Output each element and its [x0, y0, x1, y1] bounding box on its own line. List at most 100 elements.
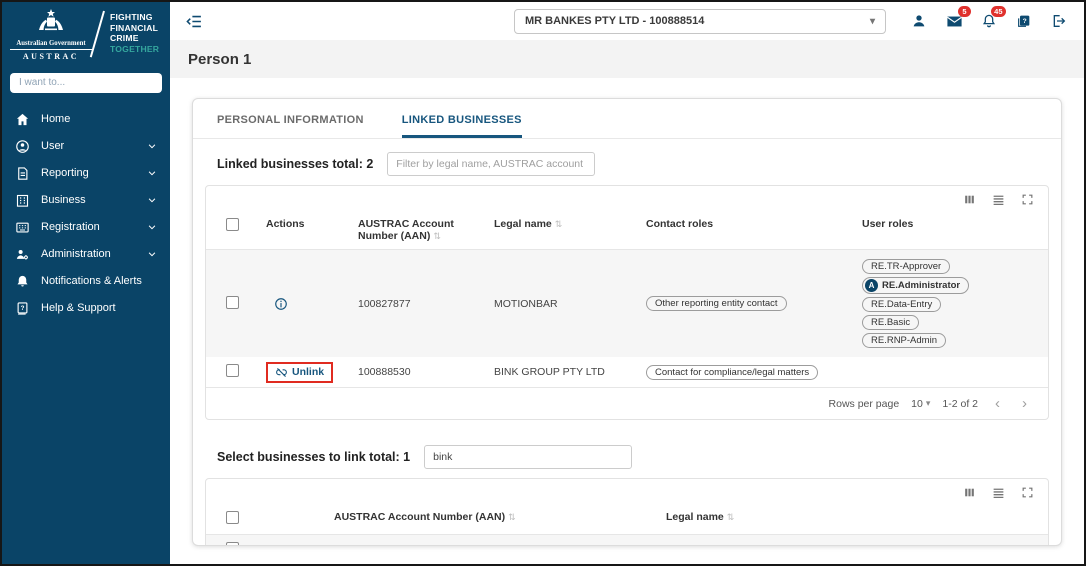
content-area: PERSONAL INFORMATION LINKED BUSINESSES L… [170, 78, 1084, 564]
user-role-chip-administrator: A RE.Administrator [862, 277, 970, 294]
page-title: Person 1 [188, 50, 252, 68]
info-icon[interactable] [274, 297, 342, 311]
fullscreen-icon[interactable] [1021, 193, 1034, 206]
quick-search [10, 72, 162, 93]
fullscreen-icon[interactable] [1021, 486, 1034, 499]
slash-decoration [89, 10, 105, 58]
annotation-highlight-box: Unlink [266, 361, 334, 383]
row-checkbox[interactable] [226, 364, 239, 377]
user-role-chip: RE.RNP-Admin [862, 333, 946, 348]
sidebar: Australian Government AUSTRAC FIGHTING F… [2, 2, 170, 564]
row-checkbox[interactable] [226, 295, 239, 309]
select-all-checkbox[interactable] [226, 218, 239, 231]
agency-name: AUSTRAC [22, 52, 80, 61]
tab-bar: PERSONAL INFORMATION LINKED BUSINESSES [193, 99, 1061, 139]
government-crest: Australian Government AUSTRAC [10, 9, 92, 61]
tagline-line: CRIME [110, 33, 139, 44]
svg-text:?: ? [1023, 18, 1027, 25]
sidebar-item-help-support[interactable]: ? Help & Support [2, 295, 170, 322]
linked-businesses-filter-input[interactable] [387, 152, 596, 176]
caret-down-icon: ▾ [925, 398, 931, 408]
linked-businesses-table: Actions AUSTRAC Account Number (AAN) ⇅ Le… [205, 185, 1049, 420]
sidebar-item-home[interactable]: Home [2, 106, 170, 133]
next-page-button[interactable]: › [1017, 396, 1032, 411]
columns-icon[interactable] [963, 486, 976, 499]
tab-linked-businesses[interactable]: LINKED BUSINESSES [401, 114, 522, 138]
logout-icon[interactable] [1050, 12, 1068, 30]
row-checkbox[interactable] [226, 542, 239, 545]
main-column: MR BANKES PTY LTD - 100888514 ▾ 5 45 ? P… [170, 2, 1084, 564]
registration-icon [14, 219, 30, 235]
sidebar-item-label: Administration [41, 248, 111, 260]
help-icon[interactable]: ? [1015, 12, 1033, 30]
select-businesses-title: Select businesses to link total: 1 [217, 450, 411, 464]
select-businesses-table: AUSTRAC Account Number (AAN) ⇅ Legal name… [205, 478, 1049, 545]
administration-icon [14, 246, 30, 262]
table-header-row: AUSTRAC Account Number (AAN) ⇅ Legal name… [206, 502, 1048, 535]
contact-role-chip: Contact for compliance/legal matters [646, 364, 819, 380]
messages-badge: 5 [958, 6, 971, 17]
business-icon [14, 192, 30, 208]
svg-text:?: ? [20, 305, 24, 312]
density-icon[interactable] [992, 486, 1005, 499]
sidebar-item-administration[interactable]: Administration [2, 241, 170, 268]
cell-legal-name: BINK GROUP PTY LTD [494, 366, 605, 378]
unlink-button[interactable]: Unlink [275, 366, 324, 379]
sort-icon[interactable]: ⇅ [555, 219, 563, 229]
avatar: A [865, 279, 878, 292]
density-icon[interactable] [992, 193, 1005, 206]
select-all-checkbox[interactable] [226, 511, 239, 524]
entity-selector-dropdown[interactable]: MR BANKES PTY LTD - 100888514 ▾ [514, 8, 886, 34]
brand-block: Australian Government AUSTRAC FIGHTING F… [2, 2, 170, 63]
select-businesses-filter-input[interactable] [424, 445, 633, 469]
column-header-legal-name[interactable]: Legal name ⇅ [658, 502, 1048, 530]
sidebar-item-label: User [41, 140, 65, 152]
person-card: PERSONAL INFORMATION LINKED BUSINESSES L… [192, 98, 1062, 546]
chevron-down-icon [147, 141, 157, 151]
bell-icon [14, 273, 30, 289]
sidebar-item-label: Reporting [41, 167, 89, 179]
columns-icon[interactable] [963, 193, 976, 206]
entity-selector-value: MR BANKES PTY LTD - 100888514 [525, 15, 705, 27]
sidebar-item-registration[interactable]: Registration [2, 214, 170, 241]
help-book-icon: ? [14, 300, 30, 316]
cell-legal-name: MOTIONBAR [494, 297, 558, 310]
column-header-aan[interactable]: AUSTRAC Account Number (AAN) ⇅ [350, 209, 486, 249]
rows-per-page-select[interactable]: 10 ▾ [911, 398, 930, 410]
sidebar-item-business[interactable]: Business [2, 187, 170, 214]
table-toolbar [206, 186, 1048, 209]
linked-businesses-title: Linked businesses total: 2 [217, 157, 374, 171]
sort-icon[interactable]: ⇅ [727, 512, 735, 522]
app-window: Australian Government AUSTRAC FIGHTING F… [0, 0, 1086, 566]
sort-icon[interactable]: ⇅ [508, 512, 516, 522]
messages-icon[interactable]: 5 [945, 6, 971, 30]
i-want-to-input[interactable] [10, 72, 162, 93]
sort-icon[interactable]: ⇅ [433, 231, 441, 241]
sidebar-item-label: Business [41, 194, 86, 206]
chevron-down-icon [147, 222, 157, 232]
column-header-aan[interactable]: AUSTRAC Account Number (AAN) ⇅ [326, 502, 658, 530]
sidebar-nav: Home User Reporting Business Registratio… [2, 106, 170, 322]
caret-down-icon: ▾ [869, 15, 875, 27]
unlink-label: Unlink [292, 366, 325, 378]
column-header-legal-name[interactable]: Legal name ⇅ [486, 209, 638, 237]
sidebar-item-reporting[interactable]: Reporting [2, 160, 170, 187]
cell-legal-name: BINK GROUP PTY LTD [658, 540, 1048, 545]
notifications-bell-icon[interactable]: 45 [980, 6, 1006, 30]
user-role-chip: RE.TR-Approver [862, 259, 951, 274]
cell-aan: 100888530 [358, 366, 411, 378]
reporting-icon [14, 165, 30, 181]
tab-personal-information[interactable]: PERSONAL INFORMATION [217, 114, 364, 138]
sidebar-item-notifications-alerts[interactable]: Notifications & Alerts [2, 268, 170, 295]
table-row: Unlink 100888530 BINK GROUP PTY LTD Cont… [206, 357, 1048, 387]
select-businesses-header: Select businesses to link total: 1 [193, 432, 1061, 476]
sidebar-item-user[interactable]: User [2, 133, 170, 160]
tagline-line: FINANCIAL [110, 22, 159, 33]
previous-page-button[interactable]: ‹ [990, 396, 1005, 411]
collapse-menu-icon[interactable] [186, 13, 203, 30]
profile-icon[interactable] [910, 12, 928, 30]
column-header-actions: Actions [266, 218, 305, 230]
chevron-down-icon [147, 195, 157, 205]
topbar: MR BANKES PTY LTD - 100888514 ▾ 5 45 ? [170, 2, 1084, 40]
cell-aan: 100888530 [326, 540, 658, 545]
